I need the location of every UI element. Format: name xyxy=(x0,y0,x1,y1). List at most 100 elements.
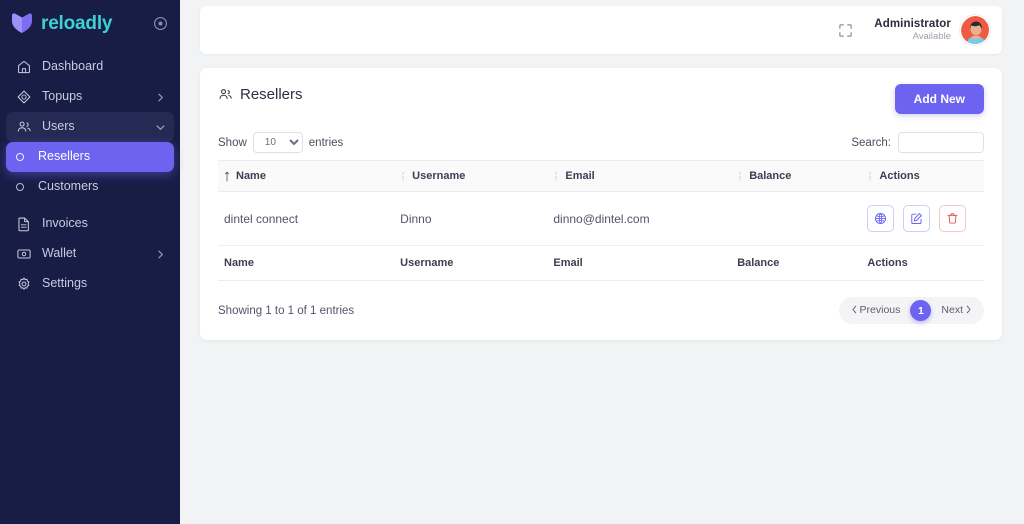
table-body: dintel connect Dinno dinno@dintel.com xyxy=(218,191,984,246)
sort-none-icon xyxy=(553,171,559,182)
sidebar-item-resellers[interactable]: Resellers xyxy=(6,142,174,172)
sidebar-item-topups[interactable]: Topups xyxy=(6,82,174,112)
avatar[interactable] xyxy=(960,15,990,45)
app-root: reloadly Dashboard Topups Users Reseller… xyxy=(0,0,1024,524)
table-controls: Show 10 25 50 100 entries Search: xyxy=(218,132,984,153)
column-header-email[interactable]: Email xyxy=(547,160,732,192)
sort-none-icon xyxy=(867,171,873,182)
column-header-label: Actions xyxy=(879,170,920,182)
search-control: Search: xyxy=(851,132,984,153)
sidebar-item-label: Topups xyxy=(42,89,83,104)
length-control: Show 10 25 50 100 entries xyxy=(218,132,343,153)
sort-asc-icon xyxy=(224,171,230,182)
footer-column-name: Name xyxy=(218,245,395,281)
users-icon xyxy=(16,119,32,135)
wallet-icon xyxy=(16,246,32,262)
search-label: Search: xyxy=(851,136,891,149)
circle-outline-icon xyxy=(12,179,28,195)
home-icon xyxy=(16,59,32,75)
delete-button[interactable] xyxy=(939,205,967,232)
topups-icon xyxy=(16,89,32,105)
chevron-right-icon xyxy=(965,305,972,317)
cell-balance xyxy=(731,191,862,246)
heart-v-logo-icon xyxy=(10,12,34,34)
brand-name: reloadly xyxy=(41,12,113,34)
sidebar-item-label: Wallet xyxy=(42,246,77,261)
footer-column-email: Email xyxy=(547,245,732,281)
sidebar-item-settings[interactable]: Settings xyxy=(6,269,174,299)
add-new-button[interactable]: Add New xyxy=(894,84,984,114)
column-header-actions[interactable]: Actions xyxy=(861,160,984,192)
footer-column-balance: Balance xyxy=(731,245,862,281)
chevron-right-icon xyxy=(155,92,166,103)
chevron-left-icon xyxy=(851,305,858,317)
previous-page-label: Previous xyxy=(859,304,901,317)
chevron-down-icon xyxy=(155,122,166,133)
page-length-select[interactable]: 10 25 50 100 xyxy=(252,132,303,153)
table-footer-bar: Showing 1 to 1 of 1 entries Previous 1 N… xyxy=(218,297,984,326)
sidebar-item-invoices[interactable]: Invoices xyxy=(6,209,174,239)
cell-email: dinno@dintel.com xyxy=(547,191,732,246)
document-icon xyxy=(16,216,32,232)
brand-header: reloadly xyxy=(0,0,180,46)
sidebar-item-wallet[interactable]: Wallet xyxy=(6,239,174,269)
circle-dot-icon[interactable] xyxy=(153,16,168,31)
footer-column-actions: Actions xyxy=(861,245,984,281)
column-header-username[interactable]: Username xyxy=(394,160,548,192)
edit-button[interactable] xyxy=(903,205,931,232)
sidebar-item-dashboard[interactable]: Dashboard xyxy=(6,52,174,82)
sidebar-item-users[interactable]: Users xyxy=(6,112,174,142)
table-foot: Name Username Email Balance Actions xyxy=(218,245,984,281)
sidebar-item-label: Settings xyxy=(42,276,88,291)
sidebar-item-label: Dashboard xyxy=(42,59,104,74)
main-content: Administrator Available Resellers Add Ne… xyxy=(180,0,1024,524)
globe-button[interactable] xyxy=(867,205,895,232)
cell-actions xyxy=(861,191,984,246)
sidebar: reloadly Dashboard Topups Users Reseller… xyxy=(0,0,180,524)
card-title-text: Resellers xyxy=(240,86,303,103)
table-header-row: Name Username Email Balance Actions xyxy=(218,160,984,192)
user-menu[interactable]: Administrator Available xyxy=(874,15,990,45)
gear-icon xyxy=(16,276,32,292)
page-title: Resellers xyxy=(218,84,303,103)
resellers-card: Resellers Add New Show 10 25 50 100 entr… xyxy=(200,68,1002,340)
column-header-name[interactable]: Name xyxy=(218,160,395,192)
column-header-label: Balance xyxy=(749,170,792,182)
sort-none-icon xyxy=(400,171,406,182)
sidebar-nav: Dashboard Topups Users Resellers Custome… xyxy=(0,52,180,299)
sidebar-item-customers[interactable]: Customers xyxy=(6,172,174,202)
people-icon xyxy=(218,87,233,102)
topbar: Administrator Available xyxy=(200,6,1002,54)
page-number-button[interactable]: 1 xyxy=(910,300,932,321)
previous-page-button[interactable]: Previous xyxy=(845,302,907,320)
entries-label: entries xyxy=(308,136,344,149)
show-label: Show xyxy=(218,136,247,149)
user-name: Administrator xyxy=(874,17,951,30)
cell-name: dintel connect xyxy=(218,191,395,246)
column-header-balance[interactable]: Balance xyxy=(731,160,862,192)
table-head: Name Username Email Balance Actions xyxy=(218,160,984,192)
card-header: Resellers Add New xyxy=(218,84,984,114)
sort-none-icon xyxy=(737,171,743,182)
table-footer-row: Name Username Email Balance Actions xyxy=(218,245,984,281)
next-page-label: Next xyxy=(941,304,963,317)
column-header-label: Name xyxy=(236,170,266,182)
user-info: Administrator Available xyxy=(874,17,951,43)
search-input[interactable] xyxy=(898,132,984,153)
table-row[interactable]: dintel connect Dinno dinno@dintel.com xyxy=(218,191,984,246)
chevron-right-icon xyxy=(155,249,166,260)
sidebar-item-label: Customers xyxy=(38,179,99,194)
fullscreen-expand-icon[interactable] xyxy=(832,17,858,43)
pagination: Previous 1 Next xyxy=(838,297,984,324)
column-header-label: Email xyxy=(565,170,595,182)
circle-outline-icon xyxy=(12,149,28,165)
footer-column-username: Username xyxy=(394,245,548,281)
sidebar-item-label: Invoices xyxy=(42,216,88,231)
cell-username: Dinno xyxy=(394,191,548,246)
resellers-table: Name Username Email Balance Actions dint… xyxy=(218,160,984,281)
trash-icon xyxy=(946,212,959,225)
next-page-button[interactable]: Next xyxy=(935,302,978,320)
entries-info: Showing 1 to 1 of 1 entries xyxy=(218,304,355,317)
sidebar-item-label: Users xyxy=(42,119,75,134)
